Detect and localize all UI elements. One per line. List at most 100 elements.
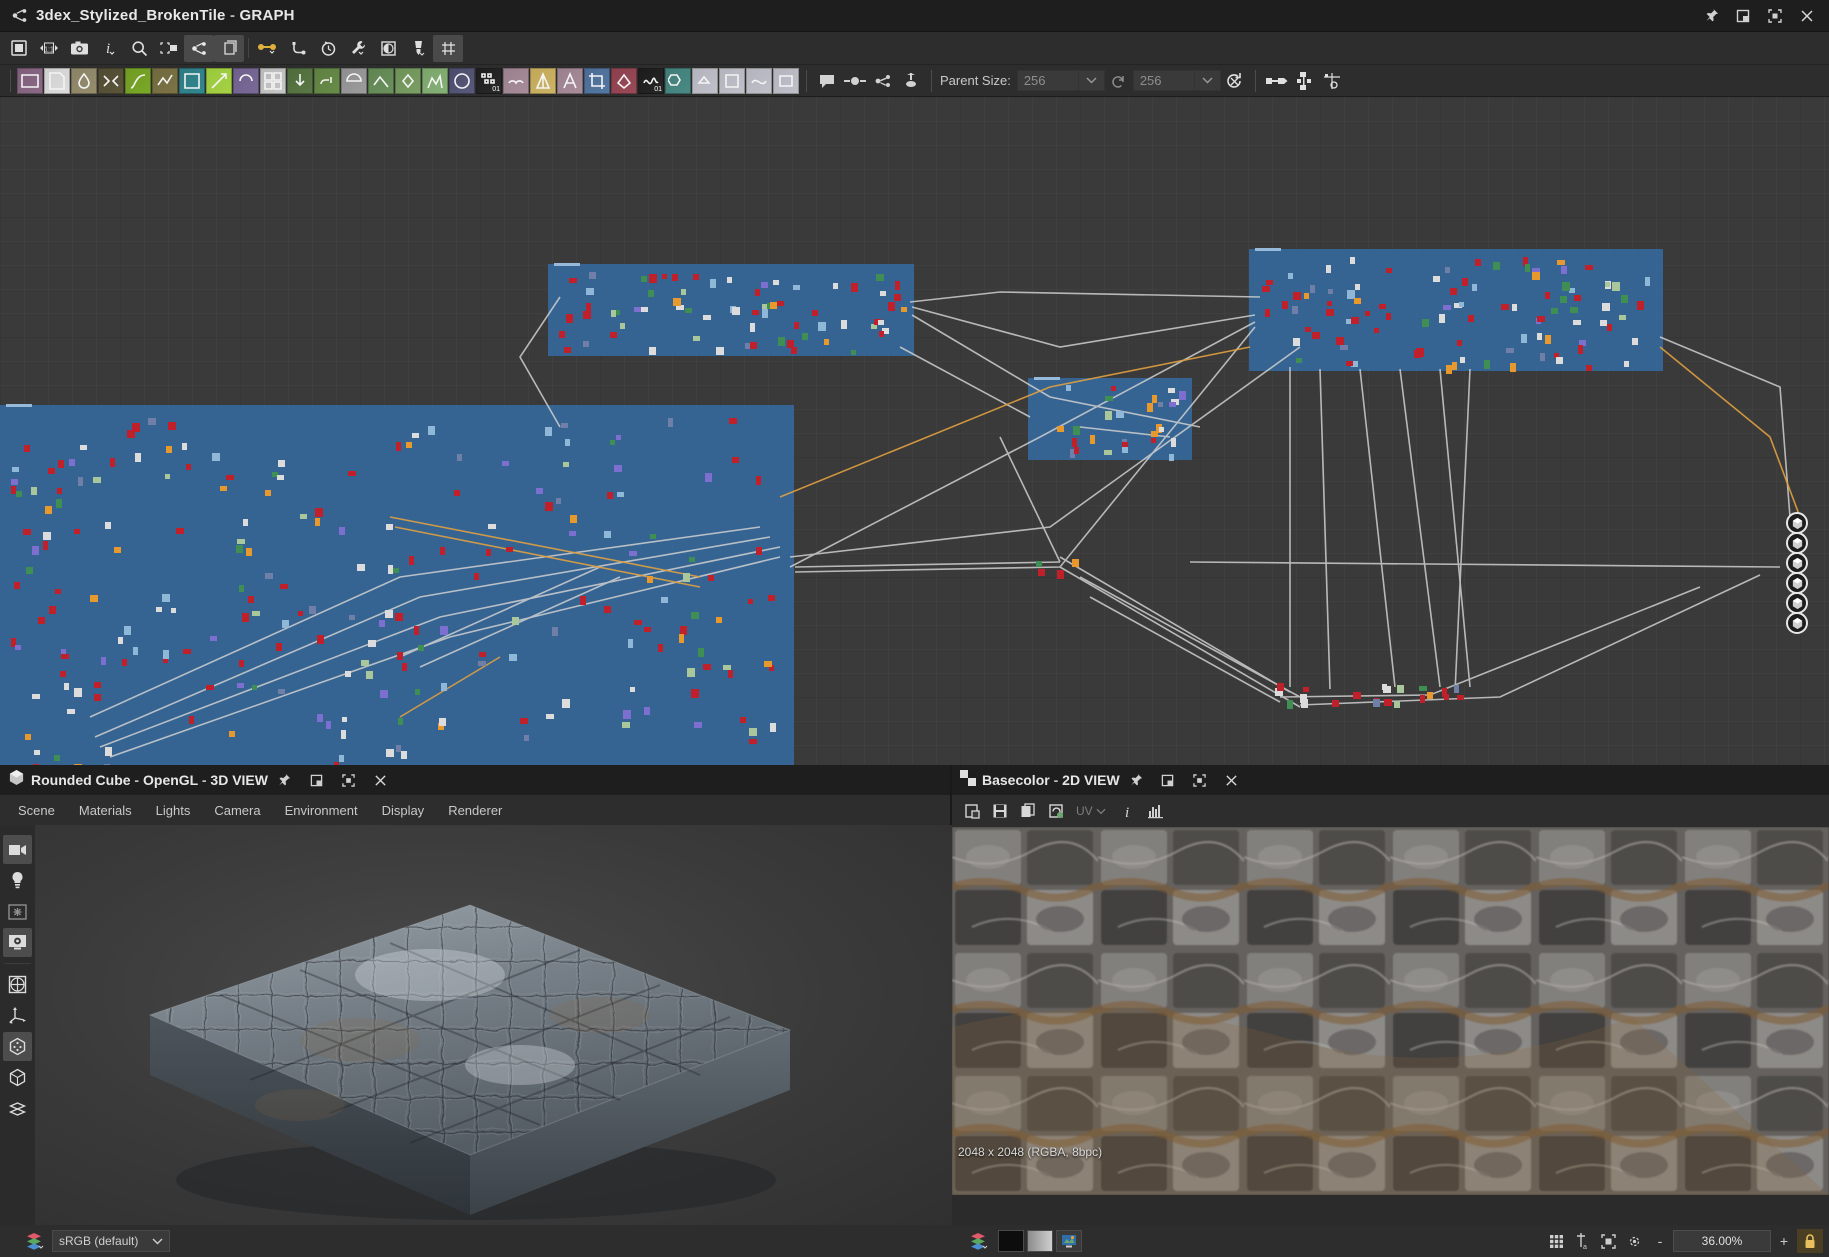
graph-node[interactable] [1171,437,1177,447]
graph-node[interactable] [755,476,761,486]
graph-node[interactable] [520,717,529,724]
graph-node[interactable] [794,322,800,330]
graph-node[interactable] [850,349,856,355]
connect-nodes-icon[interactable] [253,35,283,62]
menu-materials[interactable]: Materials [67,799,144,822]
node-histogram[interactable] [422,67,448,94]
camera-icon[interactable] [64,35,94,62]
graph-node[interactable] [1555,356,1563,364]
graph-node[interactable] [841,319,848,329]
node-normal[interactable] [287,67,313,94]
graph-node[interactable] [1104,410,1112,420]
graph-node[interactable] [1573,320,1582,326]
graph-node[interactable] [168,422,177,431]
graph-node[interactable] [752,310,760,315]
graph-node[interactable] [427,426,435,436]
graph-node[interactable] [1442,305,1451,311]
graph-node[interactable] [1393,700,1400,708]
graph-node[interactable] [1474,258,1481,266]
graph-node[interactable] [401,663,407,672]
graph-node[interactable] [1150,437,1156,443]
node-shape-extract[interactable] [179,67,205,94]
graph-node[interactable] [617,492,625,498]
histogram-icon[interactable] [1142,798,1170,824]
graph-node[interactable] [1151,394,1157,403]
graph-node[interactable] [415,689,421,695]
graph-node[interactable] [67,709,76,715]
graph-node[interactable] [1325,309,1334,317]
graph-node[interactable] [672,298,681,307]
lock-icon[interactable] [1797,1229,1823,1253]
graph-node[interactable] [650,534,657,540]
graph-node[interactable] [622,721,631,728]
graph-node[interactable] [564,438,570,446]
graph-node[interactable] [731,456,739,463]
duplicate-icon[interactable] [214,34,244,62]
graph-node[interactable] [1556,259,1565,265]
graph-node[interactable] [887,301,895,311]
graph-node[interactable] [342,716,348,722]
graph-node[interactable] [875,273,884,281]
graph-node[interactable] [569,515,577,524]
output-basecolor[interactable] [1786,512,1808,534]
graph-node[interactable] [439,625,448,635]
graph-node[interactable] [1303,292,1309,299]
graph-node[interactable] [702,663,711,670]
graph-node[interactable] [622,710,631,720]
menu-lights[interactable]: Lights [144,799,203,822]
graph-node[interactable] [1345,360,1353,366]
graph-node[interactable] [1103,449,1112,455]
graph-node[interactable] [749,727,758,736]
graph-node[interactable] [1293,337,1301,346]
graph-node[interactable] [546,714,555,720]
graph-node[interactable] [1353,692,1362,700]
graph-node[interactable] [583,340,589,347]
shape-cube-icon[interactable] [3,1032,32,1061]
graph-node[interactable] [586,288,595,296]
graph-node[interactable] [298,611,304,617]
unlink-icon[interactable] [1221,68,1249,94]
graph-node[interactable] [647,576,654,584]
graph-node[interactable] [582,310,591,319]
graph-node[interactable] [1524,263,1530,272]
graph-node[interactable] [264,572,273,579]
graph-node[interactable] [441,682,448,691]
graph-node[interactable] [1072,426,1080,436]
grid-snap-icon[interactable] [433,34,463,62]
graph-node[interactable] [727,669,733,678]
graph-node[interactable] [1511,304,1517,312]
graph-node[interactable] [56,487,62,494]
graph-node[interactable] [282,620,290,629]
graph-node[interactable] [851,283,859,293]
graph-node[interactable] [408,556,414,566]
graph-node[interactable] [1441,688,1447,698]
graph-node[interactable] [716,347,725,356]
graph-node[interactable] [511,617,519,626]
ruler-icon[interactable]: a [1569,1229,1595,1253]
graph-node[interactable] [563,462,570,468]
node-dither[interactable]: 01 [476,67,502,94]
graph-node[interactable] [1386,313,1392,321]
restore-icon[interactable] [300,767,332,793]
graph-node[interactable] [1585,264,1594,270]
graph-node[interactable] [341,730,347,740]
fit-icon[interactable] [1595,1229,1621,1253]
graph-node[interactable] [579,596,586,606]
graph-node[interactable] [1483,359,1490,369]
graph-node[interactable] [1604,281,1610,287]
graph-node[interactable] [681,288,687,295]
output-height[interactable] [1786,592,1808,614]
graph-node[interactable] [314,517,320,526]
save-icon[interactable] [986,798,1014,824]
menu-environment[interactable]: Environment [273,799,370,822]
graph-node[interactable] [243,518,249,526]
graph-node[interactable] [487,524,496,530]
graph-node[interactable] [756,547,763,556]
graph-node[interactable] [1276,682,1284,691]
graph-node[interactable] [32,694,41,700]
graph-node[interactable] [485,548,491,556]
axis-icon[interactable] [3,1001,32,1030]
graph-node[interactable] [1072,437,1078,447]
graph-node[interactable] [31,486,38,495]
pin-icon[interactable] [1120,767,1152,793]
